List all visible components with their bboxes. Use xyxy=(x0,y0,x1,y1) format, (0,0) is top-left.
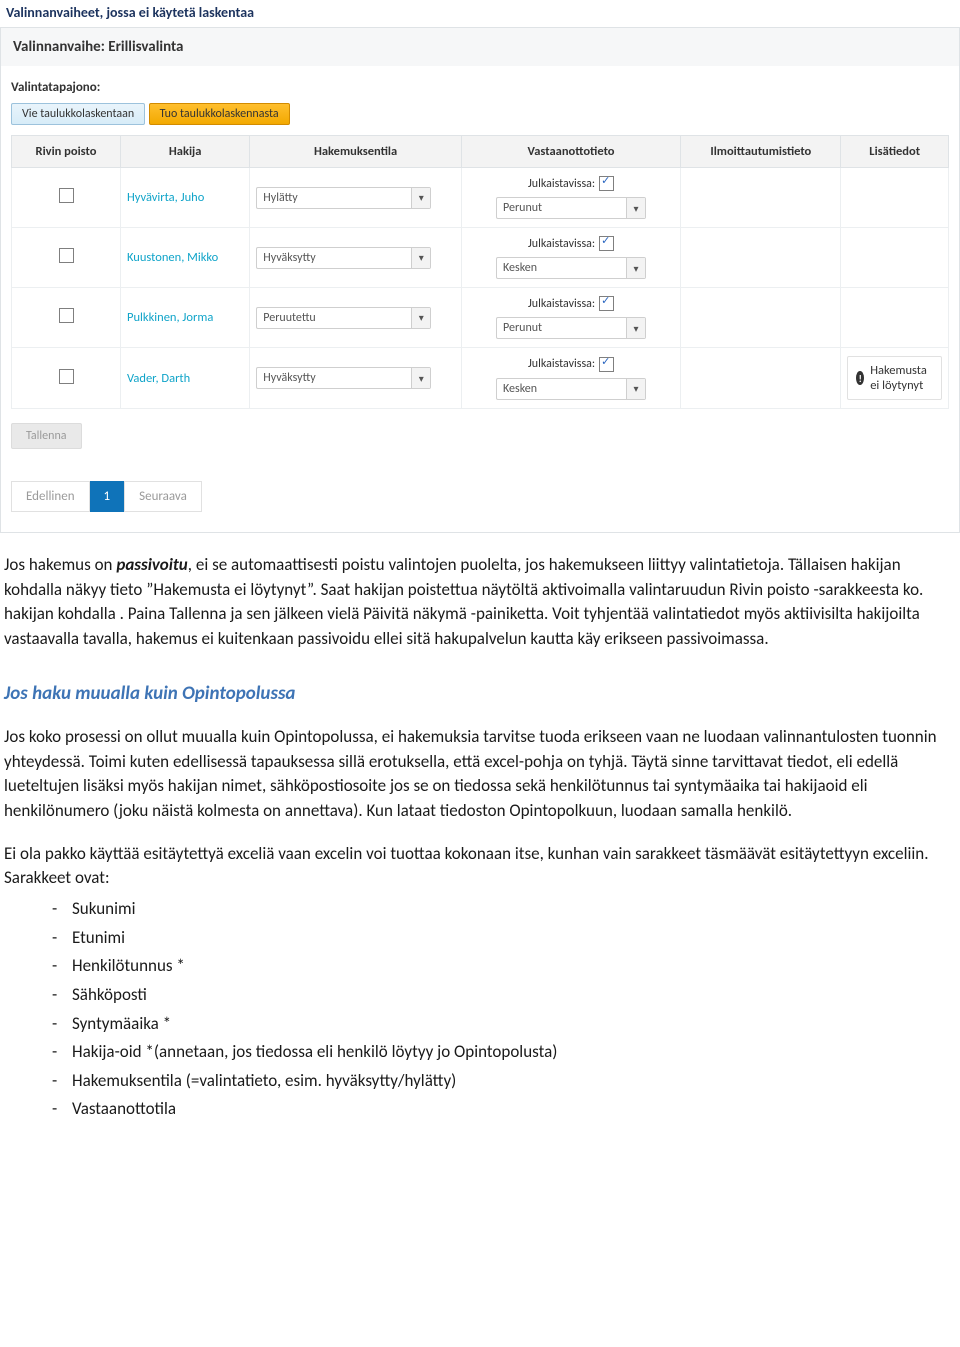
info-text: Hakemusta ei löytynyt xyxy=(870,363,933,393)
receive-value: Perunut xyxy=(503,321,542,335)
row-delete-checkbox[interactable] xyxy=(59,369,74,384)
receive-select[interactable]: Kesken ▾ xyxy=(496,257,646,279)
import-button[interactable]: Tuo taulukkolaskennasta xyxy=(149,103,290,125)
table-row: Pulkkinen, Jorma Peruutettu ▾ Julkaistav… xyxy=(12,288,949,348)
col-applicant: Hakija xyxy=(121,136,250,168)
chevron-down-icon: ▾ xyxy=(411,368,430,388)
chevron-down-icon: ▾ xyxy=(411,188,430,208)
paragraph-3: Ei ola pakko käyttää esitäytettyä exceli… xyxy=(4,842,956,891)
chevron-down-icon: ▾ xyxy=(626,198,645,218)
paragraph-2: Jos koko prosessi on ollut muualla kuin … xyxy=(4,725,956,824)
col-enroll: Ilmoittautumistieto xyxy=(681,136,841,168)
pager: Edellinen1Seuraava xyxy=(1,467,959,532)
publish-checkbox[interactable] xyxy=(599,236,614,251)
export-button[interactable]: Vie taulukkolaskentaan xyxy=(11,103,145,125)
applicants-table: Rivin poisto Hakija Hakemuksentila Vasta… xyxy=(11,135,949,409)
emphasis-passivoitu: passivoitu xyxy=(116,554,187,575)
status-select[interactable]: Hyväksytty ▾ xyxy=(256,247,431,269)
chevron-down-icon: ▾ xyxy=(626,318,645,338)
row-delete-checkbox[interactable] xyxy=(59,188,74,203)
phase-panel: Valinnanvaihe: Erillisvalinta Valintatap… xyxy=(0,27,960,533)
phase-title: Valinnanvaihe: Erillisvalinta xyxy=(1,27,959,66)
info-icon: ! xyxy=(856,371,864,385)
applicant-link[interactable]: Pulkkinen, Jorma xyxy=(127,310,213,325)
publish-label: Julkaistavissa: xyxy=(528,177,595,191)
receive-value: Perunut xyxy=(503,201,542,215)
publish-label: Julkaistavissa: xyxy=(528,297,595,311)
status-value: Hyväksytty xyxy=(263,251,315,265)
receive-select[interactable]: Perunut ▾ xyxy=(496,197,646,219)
col-delete: Rivin poisto xyxy=(12,136,121,168)
list-item: Sukunimi xyxy=(52,897,956,922)
receive-value: Kesken xyxy=(503,261,537,275)
columns-list: Sukunimi Etunimi Henkilötunnus * Sähköpo… xyxy=(4,897,956,1122)
pager-next[interactable]: Seuraava xyxy=(124,481,202,512)
list-item: Syntymäaika * xyxy=(52,1012,956,1037)
table-row: Hyvävirta, Juho Hylätty ▾ Julkaistavissa… xyxy=(12,168,949,228)
status-select[interactable]: Hyväksytty ▾ xyxy=(256,367,431,389)
status-value: Hylätty xyxy=(263,191,297,205)
section-title: Valinnanvaiheet, jossa ei käytetä lasken… xyxy=(0,0,960,27)
publish-label: Julkaistavissa: xyxy=(528,237,595,251)
list-item: Hakemuksentila (=valintatieto, esim. hyv… xyxy=(52,1069,956,1094)
list-item: Henkilötunnus * xyxy=(52,954,956,979)
applicant-link[interactable]: Kuustonen, Mikko xyxy=(127,250,218,265)
save-button[interactable]: Tallenna xyxy=(11,423,82,449)
table-row: Vader, Darth Hyväksytty ▾ Julkaistavissa… xyxy=(12,348,949,409)
pager-page-1[interactable]: 1 xyxy=(90,481,125,512)
applicant-link[interactable]: Hyvävirta, Juho xyxy=(127,190,204,205)
chevron-down-icon: ▾ xyxy=(411,248,430,268)
col-info: Lisätiedot xyxy=(841,136,949,168)
col-receive: Vastaanottotieto xyxy=(461,136,680,168)
status-value: Hyväksytty xyxy=(263,371,315,385)
list-item: Sähköposti xyxy=(52,983,956,1008)
col-status: Hakemuksentila xyxy=(250,136,462,168)
list-item: Etunimi xyxy=(52,926,956,951)
receive-value: Kesken xyxy=(503,382,537,396)
info-badge: ! Hakemusta ei löytynyt xyxy=(847,356,942,400)
receive-select[interactable]: Perunut ▾ xyxy=(496,317,646,339)
chevron-down-icon: ▾ xyxy=(626,379,645,399)
queue-label: Valintatapajono: xyxy=(11,80,949,95)
table-row: Kuustonen, Mikko Hyväksytty ▾ Julkaistav… xyxy=(12,228,949,288)
publish-label: Julkaistavissa: xyxy=(528,357,595,371)
status-select[interactable]: Hylätty ▾ xyxy=(256,187,431,209)
chevron-down-icon: ▾ xyxy=(626,258,645,278)
list-item: Hakija-oid *(annetaan, jos tiedossa eli … xyxy=(52,1040,956,1065)
pager-prev[interactable]: Edellinen xyxy=(11,481,90,512)
applicant-link[interactable]: Vader, Darth xyxy=(127,371,190,386)
status-value: Peruutettu xyxy=(263,311,315,325)
document-body: Jos hakemus on passivoitu, ei se automaa… xyxy=(0,533,960,1166)
row-delete-checkbox[interactable] xyxy=(59,308,74,323)
receive-select[interactable]: Kesken ▾ xyxy=(496,378,646,400)
publish-checkbox[interactable] xyxy=(599,296,614,311)
chevron-down-icon: ▾ xyxy=(411,308,430,328)
status-select[interactable]: Peruutettu ▾ xyxy=(256,307,431,329)
text: Jos hakemus on xyxy=(4,554,116,575)
heading-elsewhere: Jos haku muualla kuin Opintopolussa xyxy=(4,680,956,708)
list-item: Vastaanottotila xyxy=(52,1097,956,1122)
row-delete-checkbox[interactable] xyxy=(59,248,74,263)
publish-checkbox[interactable] xyxy=(599,357,614,372)
paragraph-1: Jos hakemus on passivoitu, ei se automaa… xyxy=(4,553,956,652)
publish-checkbox[interactable] xyxy=(599,176,614,191)
